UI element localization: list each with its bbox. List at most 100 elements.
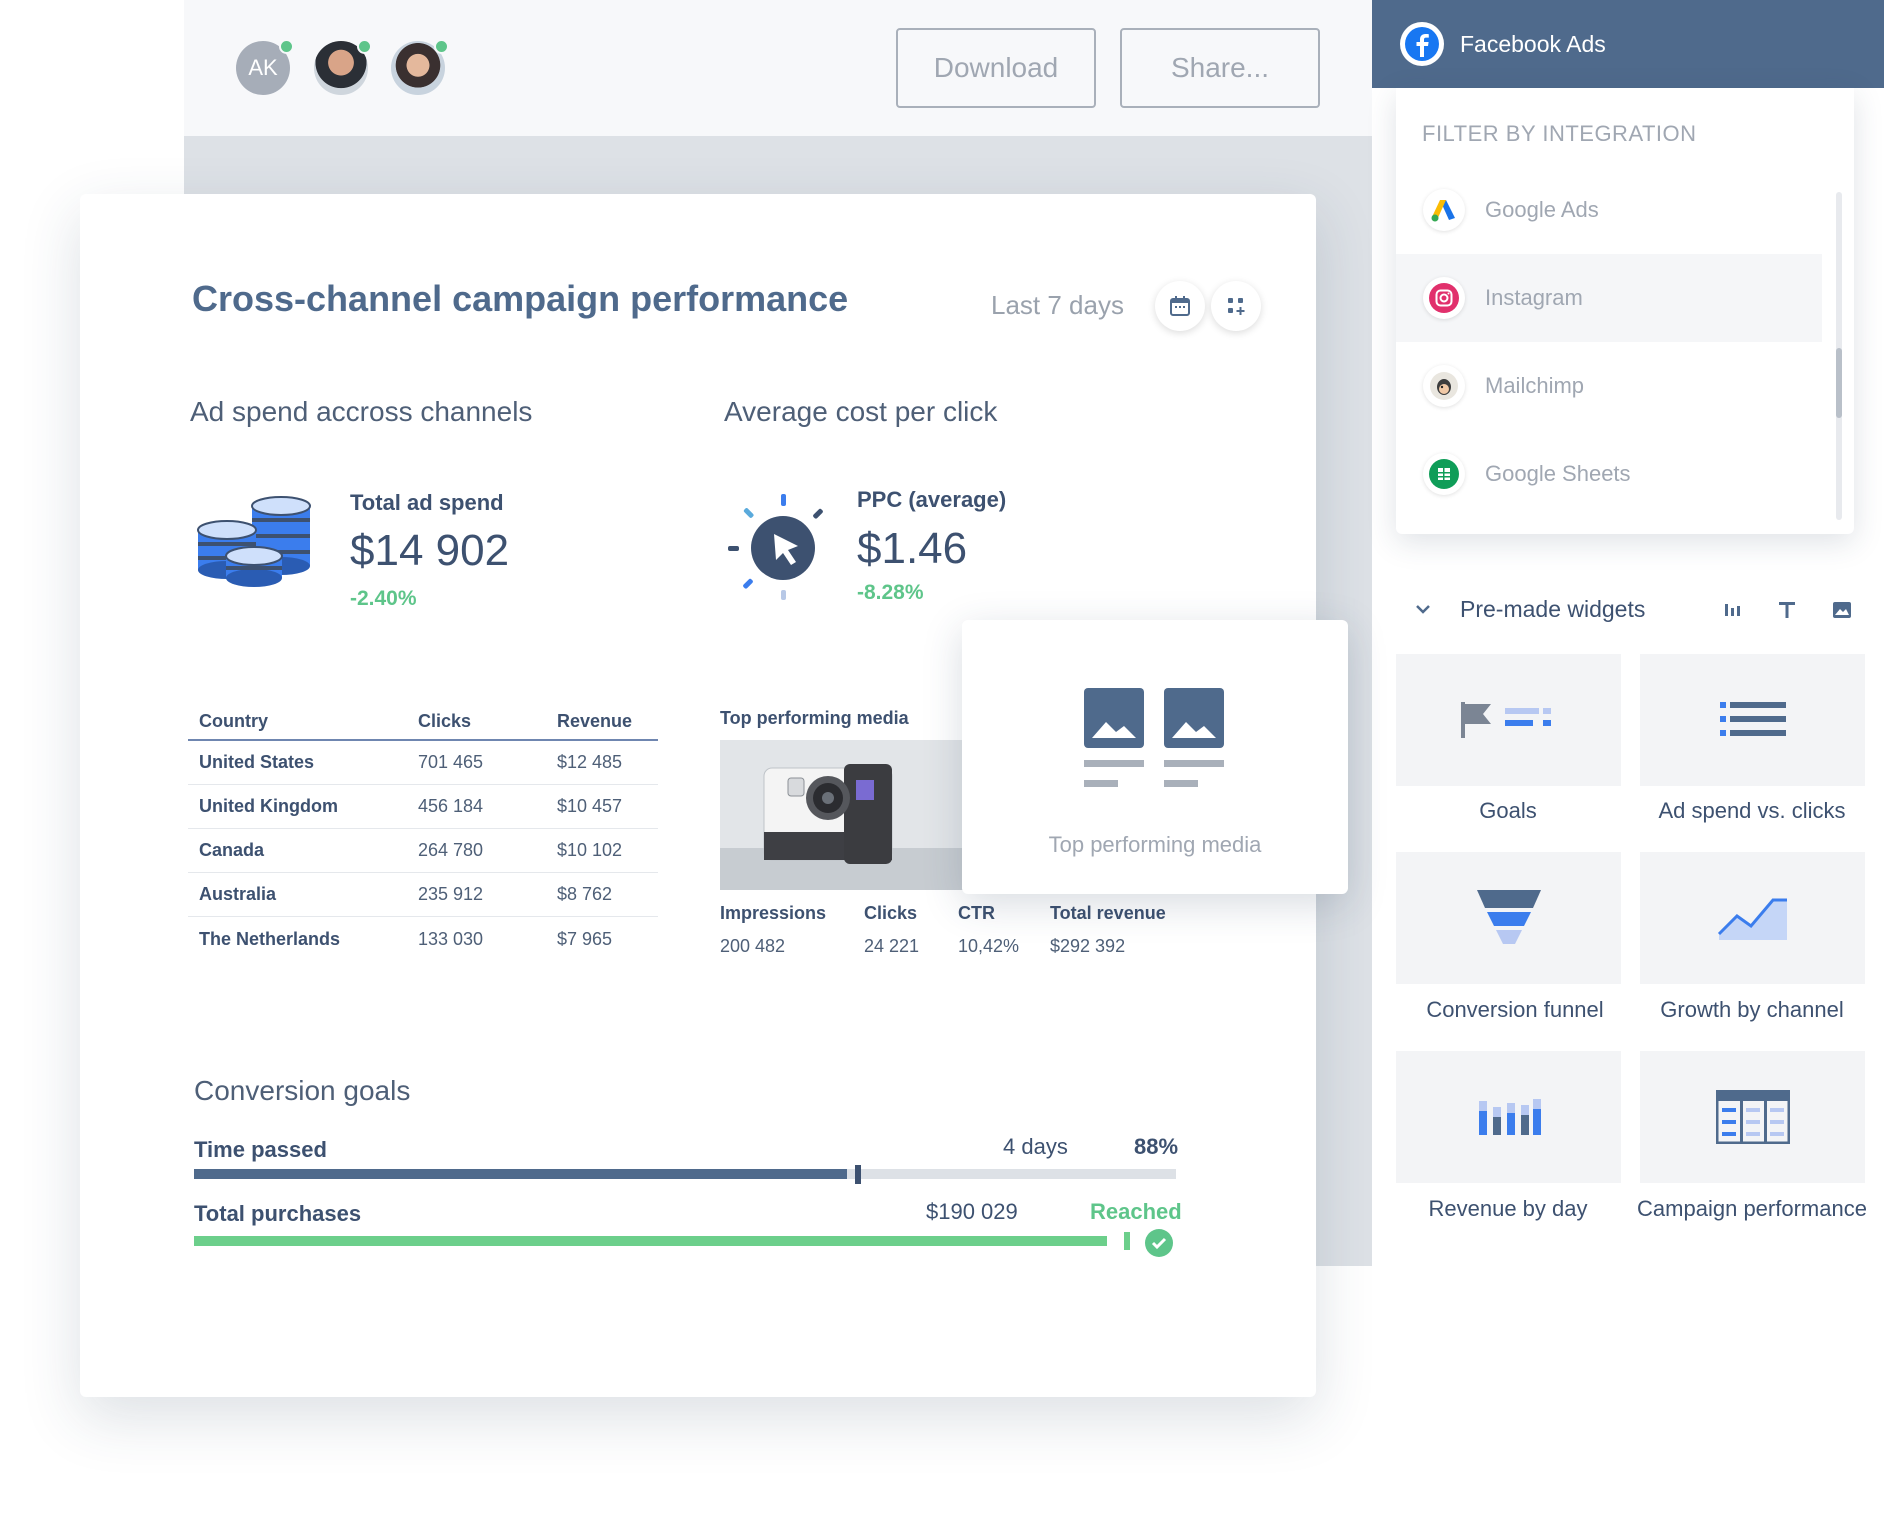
table-header: Country Clicks Revenue bbox=[188, 704, 658, 741]
grid-add-icon bbox=[1228, 298, 1245, 315]
stat-label: Impressions bbox=[720, 903, 827, 923]
calendar-icon bbox=[1170, 296, 1190, 316]
stat-value: 200 482 bbox=[720, 936, 786, 956]
cursor-click-icon bbox=[728, 494, 823, 600]
media-thumbnail[interactable] bbox=[720, 740, 966, 890]
widget-label-ad-spend-vs-clicks: Ad spend vs. clicks bbox=[1658, 798, 1846, 823]
avatar[interactable] bbox=[391, 39, 449, 95]
media-stat-clicks: Clicks 24 221 bbox=[864, 903, 919, 957]
chevron-down-icon[interactable] bbox=[1412, 598, 1434, 620]
media-stat-total-revenue: Total revenue $292 392 bbox=[1050, 903, 1166, 957]
table-row: Canada 264 780 $10 102 bbox=[188, 829, 658, 873]
widget-tile-growth-by-channel[interactable] bbox=[1640, 852, 1865, 984]
time-passed-percent: 88% bbox=[1134, 1134, 1179, 1159]
share-button[interactable]: Share... bbox=[1120, 28, 1320, 108]
online-status-dot bbox=[279, 39, 294, 54]
widget-tile-goals[interactable] bbox=[1396, 654, 1621, 786]
google-sheets-icon bbox=[1423, 453, 1465, 495]
image-gallery-icon bbox=[1084, 688, 1224, 787]
widget-label-goals: Goals bbox=[1479, 798, 1537, 823]
revenue-cell: $10 102 bbox=[557, 840, 623, 860]
stat-value: 24 221 bbox=[864, 936, 920, 956]
column-header-country[interactable]: Country bbox=[188, 711, 418, 732]
integration-item-google-ads[interactable]: Google Ads bbox=[1396, 166, 1822, 254]
camera-icon bbox=[720, 740, 966, 890]
ppc-change: -8.28% bbox=[857, 581, 924, 604]
media-stat-ctr: CTR 10,42% bbox=[958, 903, 1019, 957]
country-cell: United Kingdom bbox=[199, 796, 338, 816]
bar-chart-icon bbox=[1478, 1099, 1541, 1135]
country-table: Country Clicks Revenue United States 701… bbox=[188, 704, 658, 961]
country-cell: Canada bbox=[199, 840, 265, 860]
premade-widgets-title[interactable]: Pre-made widgets bbox=[1460, 596, 1645, 623]
column-header-revenue[interactable]: Revenue bbox=[557, 711, 657, 732]
revenue-cell: $8 762 bbox=[557, 884, 613, 904]
stat-value: 10,42% bbox=[958, 936, 1020, 956]
widget-tile-campaign-performance[interactable] bbox=[1640, 1051, 1865, 1183]
ad-spend-title: Ad spend accross channels bbox=[190, 396, 533, 427]
facebook-ads-icon bbox=[1400, 22, 1444, 66]
google-ads-icon bbox=[1423, 189, 1465, 231]
integration-label: Google Ads bbox=[1485, 197, 1599, 222]
online-status-dot bbox=[434, 39, 449, 54]
goals-flag-icon bbox=[1460, 702, 1551, 738]
widget-tile-ad-spend-vs-clicks[interactable] bbox=[1640, 654, 1865, 786]
table-row: United States 701 465 $12 485 bbox=[188, 741, 658, 785]
chart-filter-icon[interactable] bbox=[1720, 598, 1744, 622]
integration-title: Facebook Ads bbox=[1460, 31, 1606, 57]
country-cell: Australia bbox=[199, 884, 277, 904]
widget-label-growth-by-channel: Growth by channel bbox=[1660, 997, 1844, 1022]
time-progress-fill bbox=[194, 1169, 847, 1179]
clicks-cell: 235 912 bbox=[418, 884, 484, 904]
table-row: Australia 235 912 $8 762 bbox=[188, 873, 658, 917]
total-purchases-value: $190 029 bbox=[926, 1199, 1018, 1224]
download-button[interactable]: Download bbox=[896, 28, 1096, 108]
ppc-value: $1.46 bbox=[857, 524, 968, 573]
add-widget-button[interactable] bbox=[1211, 281, 1261, 331]
avatar[interactable] bbox=[314, 39, 372, 95]
dragged-widget-label: Top performing media bbox=[1048, 832, 1262, 857]
text-filter-icon[interactable] bbox=[1775, 598, 1799, 622]
clicks-cell: 133 030 bbox=[418, 928, 484, 949]
goals-title: Conversion goals bbox=[194, 1075, 411, 1106]
time-passed-value: 4 days bbox=[1003, 1134, 1068, 1159]
column-header-clicks[interactable]: Clicks bbox=[418, 711, 557, 732]
time-progress-marker bbox=[855, 1165, 861, 1184]
avatar[interactable]: AK bbox=[236, 39, 294, 95]
stat-label: Total revenue bbox=[1050, 903, 1166, 923]
image-filter-icon[interactable] bbox=[1830, 598, 1854, 622]
goal-status: Reached bbox=[1090, 1199, 1182, 1224]
integration-label: Google Sheets bbox=[1485, 461, 1631, 486]
country-cell: The Netherlands bbox=[199, 928, 341, 949]
revenue-cell: $7 965 bbox=[557, 928, 613, 949]
line-chart-icon bbox=[1717, 898, 1787, 940]
purchases-progress-marker bbox=[1124, 1232, 1130, 1250]
filter-title: FILTER BY INTEGRATION bbox=[1422, 121, 1697, 146]
check-icon bbox=[1145, 1229, 1173, 1257]
integration-item-instagram[interactable]: Instagram bbox=[1396, 254, 1822, 342]
clicks-cell: 264 780 bbox=[418, 840, 484, 860]
integration-header[interactable] bbox=[1372, 0, 1884, 88]
table-icon bbox=[1715, 1090, 1790, 1144]
total-spend-label: Total ad spend bbox=[350, 490, 504, 515]
funnel-icon bbox=[1476, 890, 1541, 944]
date-range-label[interactable]: Last 7 days bbox=[991, 290, 1124, 321]
integration-item-mailchimp[interactable]: Mailchimp bbox=[1396, 342, 1822, 430]
widget-label-revenue-by-day: Revenue by day bbox=[1428, 1196, 1588, 1221]
integration-item-google-sheets[interactable]: Google Sheets bbox=[1396, 430, 1822, 518]
coins-icon bbox=[197, 496, 311, 587]
media-stat-impressions: Impressions 200 482 bbox=[720, 903, 826, 957]
calendar-button[interactable] bbox=[1155, 281, 1205, 331]
country-cell: United States bbox=[199, 752, 315, 772]
total-spend-value: $14 902 bbox=[350, 526, 510, 575]
stat-value: $292 392 bbox=[1050, 936, 1126, 956]
time-passed-label: Time passed bbox=[194, 1137, 327, 1162]
mailchimp-icon bbox=[1423, 365, 1465, 407]
stat-label: Clicks bbox=[864, 903, 918, 923]
scrollbar-thumb[interactable] bbox=[1836, 348, 1842, 418]
widget-tile-revenue-by-day[interactable] bbox=[1396, 1051, 1621, 1183]
widget-tile-conversion-funnel[interactable] bbox=[1396, 852, 1621, 984]
revenue-cell: $12 485 bbox=[557, 752, 623, 772]
page-title: Cross-channel campaign performance bbox=[192, 278, 849, 319]
clicks-cell: 456 184 bbox=[418, 796, 484, 816]
